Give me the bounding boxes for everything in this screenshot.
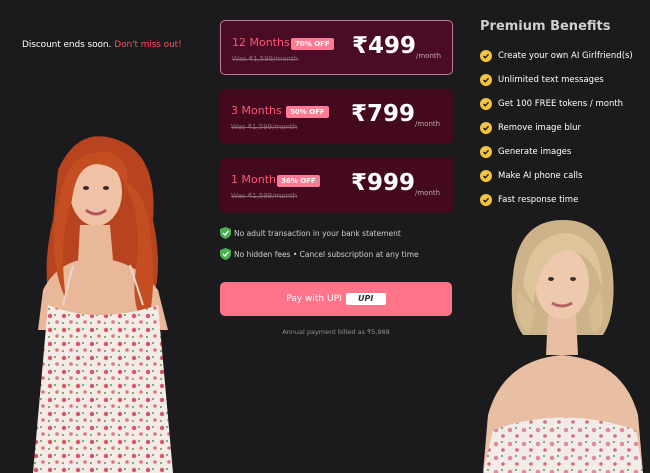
pricing-plans: 12 Months 70% OFF Was ₹1,599/month ₹499 … [220, 20, 453, 227]
benefit-item: Unlimited text messages [480, 68, 633, 92]
plan-name: 3 Months [231, 104, 282, 117]
benefit-text: Generate images [498, 147, 572, 157]
benefit-item: Fast response time [480, 188, 633, 212]
original-price: Was ₹1,599/month [231, 192, 298, 200]
assurance-item: No hidden fees • Cancel subscription at … [220, 248, 419, 260]
pay-with-upi-button[interactable]: Pay with UPI UPI [220, 282, 452, 316]
plan-12-months[interactable]: 12 Months 70% OFF Was ₹1,599/month ₹499 … [220, 20, 453, 75]
plan-1-month[interactable]: 1 Month 36% OFF Was ₹1,599/month ₹999 /m… [220, 158, 453, 213]
benefit-text: Get 100 FREE tokens / month [498, 99, 624, 109]
benefit-item: Generate images [480, 140, 633, 164]
assurance-text: No hidden fees • Cancel subscription at … [234, 249, 419, 259]
check-circle-icon [480, 194, 492, 206]
shield-check-icon [220, 227, 231, 239]
plan-name: 12 Months [232, 36, 290, 49]
benefit-text: Fast response time [498, 195, 579, 205]
discount-badge: 70% OFF [291, 38, 334, 50]
model-portrait-right [478, 215, 650, 473]
plan-price: ₹799 [351, 101, 416, 127]
benefit-text: Create your own AI Girlfriend(s) [498, 51, 633, 61]
assurance-item: No adult transaction in your bank statem… [220, 227, 401, 239]
discount-badge: 50% OFF [286, 106, 329, 118]
benefit-text: Unlimited text messages [498, 75, 604, 85]
plan-3-months[interactable]: 3 Months 50% OFF Was ₹1,599/month ₹799 /… [220, 89, 453, 144]
plan-price: ₹499 [352, 33, 417, 59]
plan-price: ₹999 [351, 170, 416, 196]
original-price: Was ₹1,599/month [231, 123, 298, 131]
check-circle-icon [480, 146, 492, 158]
original-price: Was ₹1,599/month [232, 55, 299, 63]
price-period: /month [415, 120, 441, 128]
discount-banner: Discount ends soon. Don't miss out! [22, 40, 182, 50]
model-portrait-left [18, 130, 193, 473]
plan-name: 1 Month [231, 173, 276, 186]
benefit-text: Make AI phone calls [498, 171, 583, 181]
assurance-text: No adult transaction in your bank statem… [234, 228, 401, 238]
benefit-item: Remove image blur [480, 116, 633, 140]
benefits-title: Premium Benefits [480, 19, 611, 34]
upi-logo: UPI [345, 293, 386, 305]
benefit-item: Create your own AI Girlfriend(s) [480, 44, 633, 68]
check-circle-icon [480, 98, 492, 110]
benefits-list: Create your own AI Girlfriend(s) Unlimit… [480, 44, 633, 212]
check-circle-icon [480, 122, 492, 134]
pay-button-label: Pay with UPI [286, 294, 342, 304]
benefit-item: Get 100 FREE tokens / month [480, 92, 633, 116]
shield-check-icon [220, 248, 231, 260]
discount-badge: 36% OFF [277, 175, 320, 187]
discount-highlight: Don't miss out! [114, 40, 182, 50]
benefit-item: Make AI phone calls [480, 164, 633, 188]
price-period: /month [416, 52, 442, 60]
billing-note: Annual payment billed as ₹5,988 [282, 328, 390, 336]
check-circle-icon [480, 50, 492, 62]
check-circle-icon [480, 74, 492, 86]
price-period: /month [415, 189, 441, 197]
benefit-text: Remove image blur [498, 123, 582, 133]
discount-text: Discount ends soon. [22, 40, 112, 50]
check-circle-icon [480, 170, 492, 182]
